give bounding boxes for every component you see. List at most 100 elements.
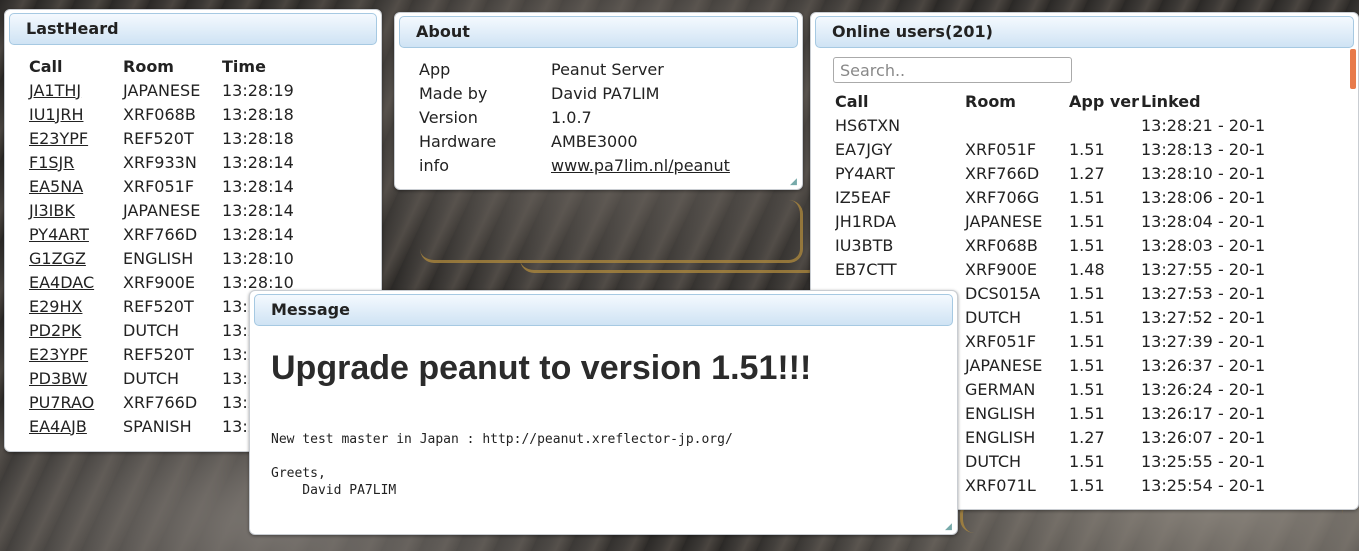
online-user-row[interactable]: EB7CTT XRF900E 1.48 13:27:55 - 20-1 <box>835 257 1301 281</box>
lastheard-cell-call: F1SJR <box>29 150 123 174</box>
lastheard-cell-time: 13:28:10 <box>222 248 294 268</box>
about-panel: About App Peanut Server Made by David PA7LI… <box>394 12 803 190</box>
lastheard-cell-call: EA4AJB <box>29 414 123 438</box>
lastheard-cell-room: ENGLISH <box>123 248 194 268</box>
callsign-link[interactable]: PD3BW <box>29 369 87 388</box>
online-cell-app-ver: 1.51 <box>1069 379 1105 399</box>
online-cell-call: HS6TXN <box>835 115 901 135</box>
online-cell-linked: 13:28:04 - 20-1 <box>1141 211 1266 231</box>
lastheard-cell-room: REF520T <box>123 128 194 148</box>
online-cell-app-ver: 1.51 <box>1069 403 1105 423</box>
info-link[interactable]: www.pa7lim.nl/peanut <box>551 156 730 175</box>
online-cell-linked: 13:28:03 - 20-1 <box>1141 235 1266 255</box>
online-cell-app-ver: 1.51 <box>1069 331 1105 351</box>
column-header-call[interactable]: Call <box>29 54 123 78</box>
lastheard-header[interactable]: LastHeard <box>9 13 377 45</box>
lastheard-row: G1ZGZ ENGLISH 13:28:10 <box>29 246 312 270</box>
online-cell-app-ver: 1.51 <box>1069 475 1105 495</box>
resize-grip-icon[interactable]: ◢ <box>790 178 799 187</box>
callsign-link[interactable]: E23YPF <box>29 345 88 364</box>
message-header[interactable]: Message <box>254 294 953 326</box>
lastheard-cell-time: 13:28:14 <box>222 224 294 244</box>
callsign-link[interactable]: PY4ART <box>29 225 89 244</box>
column-header-app-ver[interactable]: App ver <box>1069 89 1141 113</box>
callsign-link[interactable]: EA5NA <box>29 177 83 196</box>
online-cell-room: XRF071L <box>965 475 1036 495</box>
online-cell-room: JAPANESE <box>965 355 1043 375</box>
column-header-room[interactable]: Room <box>965 89 1069 113</box>
lastheard-cell-call: E23YPF <box>29 342 123 366</box>
lastheard-cell-room: XRF900E <box>123 272 195 292</box>
callsign-link[interactable]: JI3IBK <box>29 201 75 220</box>
column-header-linked[interactable]: Linked <box>1141 89 1301 113</box>
callsign-link[interactable]: EA4AJB <box>29 417 87 436</box>
lastheard-cell-time: 13:28:14 <box>222 176 294 196</box>
lastheard-cell-call: EA4DAC <box>29 270 123 294</box>
scrollbar-thumb[interactable] <box>1350 49 1356 89</box>
online-cell-room: XRF068B <box>965 235 1038 255</box>
lastheard-row: E23YPF REF520T 13:28:18 <box>29 126 312 150</box>
online-cell-linked: 13:27:52 - 20-1 <box>1141 307 1266 327</box>
online-cell-linked: 13:26:17 - 20-1 <box>1141 403 1266 423</box>
callsign-link[interactable]: EA4DAC <box>29 273 94 292</box>
lastheard-cell-call: EA5NA <box>29 174 123 198</box>
lastheard-row: JI3IBK JAPANESE 13:28:14 <box>29 198 312 222</box>
online-cell-linked: 13:26:07 - 20-1 <box>1141 427 1266 447</box>
search-input[interactable] <box>833 57 1072 83</box>
online-user-row[interactable]: IZ5EAF XRF706G 1.51 13:28:06 - 20-1 <box>835 185 1301 209</box>
about-row: App Peanut Server <box>419 57 730 81</box>
online-user-row[interactable]: JH1RDA JAPANESE 1.51 13:28:04 - 20-1 <box>835 209 1301 233</box>
lastheard-cell-room: REF520T <box>123 344 194 364</box>
online-users-header[interactable]: Online users(201) <box>815 16 1354 48</box>
callsign-link[interactable]: F1SJR <box>29 153 74 172</box>
lastheard-cell-call: JA1THJ <box>29 78 123 102</box>
online-user-row[interactable]: HS6TXN 13:28:21 - 20-1 <box>835 113 1301 137</box>
callsign-link[interactable]: PD2PK <box>29 321 81 340</box>
column-header-call[interactable]: Call <box>835 89 965 113</box>
about-row: Hardware AMBE3000 <box>419 129 730 153</box>
online-cell-linked: 13:28:21 - 20-1 <box>1141 115 1266 135</box>
column-header-time[interactable]: Time <box>222 54 312 78</box>
online-cell-room: DUTCH <box>965 307 1022 327</box>
online-cell-room: XRF766D <box>965 163 1040 183</box>
online-cell-linked: 13:27:53 - 20-1 <box>1141 283 1266 303</box>
online-cell-linked: 13:25:55 - 20-1 <box>1141 451 1266 471</box>
online-user-row[interactable]: PY4ART XRF766D 1.27 13:28:10 - 20-1 <box>835 161 1301 185</box>
lastheard-cell-call: PD3BW <box>29 366 123 390</box>
about-value: 1.0.7 <box>551 107 592 127</box>
message-body: New test master in Japan : http://peanut… <box>271 432 733 498</box>
online-cell-app-ver: 1.51 <box>1069 211 1105 231</box>
online-cell-linked: 13:27:39 - 20-1 <box>1141 331 1266 351</box>
about-row: Version 1.0.7 <box>419 105 730 129</box>
online-cell-app-ver: 1.48 <box>1069 259 1105 279</box>
online-cell-room: DUTCH <box>965 451 1022 471</box>
callsign-link[interactable]: E23YPF <box>29 129 88 148</box>
lastheard-cell-time: 13:28:18 <box>222 104 294 124</box>
message-panel: Message Upgrade peanut to version 1.51!!… <box>249 290 958 535</box>
resize-grip-icon[interactable]: ◢ <box>945 523 954 532</box>
callsign-link[interactable]: PU7RAO <box>29 393 94 412</box>
about-value: www.pa7lim.nl/peanut <box>551 153 730 177</box>
lastheard-cell-time: 13:28:14 <box>222 152 294 172</box>
callsign-link[interactable]: JA1THJ <box>29 81 81 100</box>
online-user-row[interactable]: IU3BTB XRF068B 1.51 13:28:03 - 20-1 <box>835 233 1301 257</box>
online-cell-linked: 13:27:55 - 20-1 <box>1141 259 1266 279</box>
online-cell-call: IZ5EAF <box>835 187 892 207</box>
lastheard-cell-room: JAPANESE <box>123 200 201 220</box>
callsign-link[interactable]: E29HX <box>29 297 82 316</box>
online-cell-call: EB7CTT <box>835 259 897 279</box>
column-header-room[interactable]: Room <box>123 54 222 78</box>
about-key: info <box>419 155 450 175</box>
online-cell-app-ver: 1.51 <box>1069 451 1105 471</box>
online-cell-room: XRF706G <box>965 187 1040 207</box>
lastheard-cell-room: JAPANESE <box>123 80 201 100</box>
about-key: Version <box>419 107 478 127</box>
callsign-link[interactable]: IU1JRH <box>29 105 83 124</box>
about-header[interactable]: About <box>399 16 798 48</box>
online-cell-room: ENGLISH <box>965 403 1036 423</box>
online-cell-linked: 13:25:54 - 20-1 <box>1141 475 1266 495</box>
online-user-row[interactable]: EA7JGY XRF051F 1.51 13:28:13 - 20-1 <box>835 137 1301 161</box>
online-cell-room: DCS015A <box>965 283 1041 303</box>
lastheard-cell-call: G1ZGZ <box>29 246 123 270</box>
callsign-link[interactable]: G1ZGZ <box>29 249 86 268</box>
